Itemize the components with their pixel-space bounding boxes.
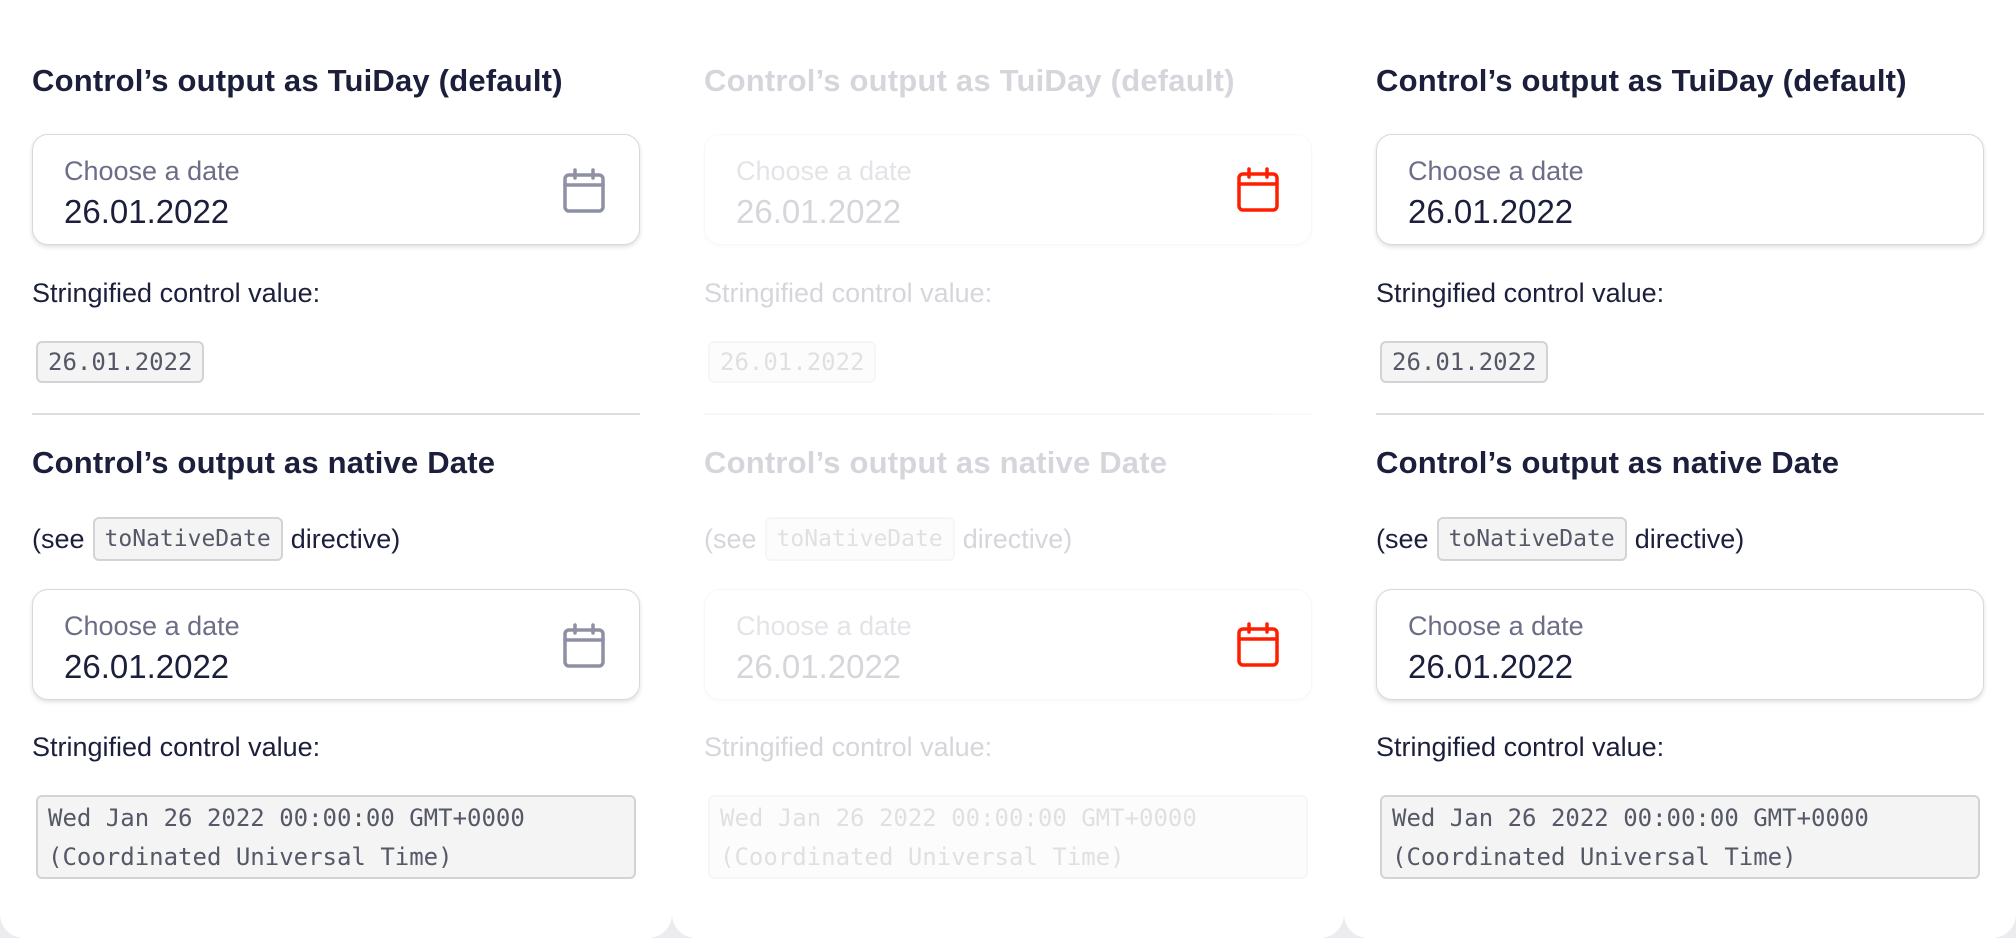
stringified-value-tuiday: 26.01.2022 <box>708 341 876 383</box>
example-panel-default: Control’s output as TuiDay (default) Cho… <box>0 0 672 938</box>
date-input-label: Choose a date <box>64 611 240 641</box>
stringified-value-native: Wed Jan 26 2022 00:00:00 GMT+0000 (Coord… <box>708 795 1308 879</box>
stringified-value-tuiday: 26.01.2022 <box>36 341 204 383</box>
calendar-icon[interactable] <box>562 168 606 214</box>
date-input-label: Choose a date <box>736 156 912 186</box>
see-suffix: directive) <box>290 523 401 554</box>
date-input-label: Choose a date <box>1408 156 1584 186</box>
stringified-label: Stringified control value: <box>32 278 321 308</box>
section-title-native: Control’s output as native Date <box>32 445 496 480</box>
date-input-value[interactable]: 26.01.2022 <box>1408 648 1573 686</box>
section-title-tuiday: Control’s output as TuiDay (default) <box>704 63 1235 98</box>
example-panel-no-icon: Control’s output as TuiDay (default) Cho… <box>1344 0 2016 938</box>
date-input-label: Choose a date <box>736 611 912 641</box>
stringified-value-native: Wed Jan 26 2022 00:00:00 GMT+0000 (Coord… <box>1380 795 1980 879</box>
stringified-value-native: Wed Jan 26 2022 00:00:00 GMT+0000 (Coord… <box>36 795 636 879</box>
example-panel-disabled: Control’s output as TuiDay (default) Cho… <box>672 0 1344 938</box>
stringified-label: Stringified control value: <box>1376 278 1665 308</box>
directive-code: toNativeDate <box>1436 517 1627 561</box>
stringified-label: Stringified control value: <box>1376 732 1665 762</box>
see-suffix: directive) <box>962 523 1073 554</box>
date-input-tuiday: Choose a date 26.01.2022 <box>704 134 1312 245</box>
section-title-tuiday: Control’s output as TuiDay (default) <box>32 63 563 98</box>
panel-content: Control’s output as TuiDay (default) Cho… <box>32 0 640 938</box>
directive-code: toNativeDate <box>92 517 283 561</box>
date-input-tuiday[interactable]: Choose a date 26.01.2022 <box>1376 134 1984 245</box>
see-prefix: (see <box>32 523 85 554</box>
directive-code: toNativeDate <box>764 517 955 561</box>
date-input-value: 26.01.2022 <box>736 648 902 685</box>
section-title-tuiday: Control’s output as TuiDay (default) <box>1376 63 1907 98</box>
stringified-label: Stringified control value: <box>704 732 993 762</box>
calendar-icon <box>1237 622 1279 667</box>
section-title-native: Control’s output as native Date <box>1376 445 1840 480</box>
date-input-label: Choose a date <box>1408 611 1584 641</box>
divider <box>704 413 1312 415</box>
divider <box>32 413 640 415</box>
date-input-tuiday[interactable]: Choose a date 26.01.2022 <box>32 134 640 245</box>
stringified-value-tuiday: 26.01.2022 <box>1380 341 1548 383</box>
see-directive-note: (see toNativeDate directive) <box>32 517 400 561</box>
date-input-value: 26.01.2022 <box>736 193 902 230</box>
stringified-label: Stringified control value: <box>704 278 993 308</box>
calendar-icon[interactable] <box>562 623 606 669</box>
panel-content: Control’s output as TuiDay (default) Cho… <box>704 0 1312 938</box>
date-input-native[interactable]: Choose a date 26.01.2022 <box>32 589 640 700</box>
date-input-value[interactable]: 26.01.2022 <box>64 193 229 231</box>
panel-content: Control’s output as TuiDay (default) Cho… <box>1376 0 1984 938</box>
section-title-native: Control’s output as native Date <box>704 445 1168 480</box>
calendar-icon <box>1237 167 1279 212</box>
see-directive-note: (see toNativeDate directive) <box>704 517 1072 561</box>
divider <box>1376 413 1984 415</box>
see-directive-note: (see toNativeDate directive) <box>1376 517 1744 561</box>
date-input-native: Choose a date 26.01.2022 <box>704 589 1312 700</box>
date-input-native[interactable]: Choose a date 26.01.2022 <box>1376 589 1984 700</box>
stringified-label: Stringified control value: <box>32 732 321 762</box>
date-input-label: Choose a date <box>64 156 240 186</box>
see-prefix: (see <box>1376 523 1429 554</box>
date-input-value[interactable]: 26.01.2022 <box>64 648 229 686</box>
see-suffix: directive) <box>1634 523 1745 554</box>
date-input-value[interactable]: 26.01.2022 <box>1408 193 1573 231</box>
see-prefix: (see <box>704 523 757 554</box>
